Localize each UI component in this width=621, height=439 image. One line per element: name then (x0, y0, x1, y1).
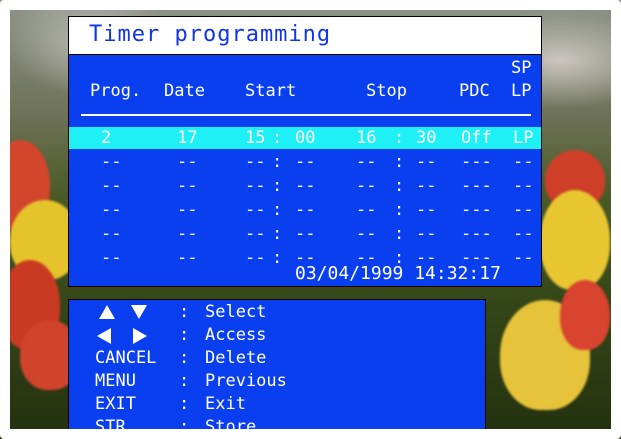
header-prog: Prog. (90, 81, 142, 101)
help-row-cancel: CANCEL : Delete (69, 347, 485, 370)
cell-start-min: -- (295, 152, 316, 172)
help-colon: : (179, 348, 190, 368)
cell-prog: -- (101, 248, 122, 268)
help-key: EXIT (95, 394, 136, 414)
header-sp: SP (511, 58, 532, 78)
help-colon: : (179, 417, 190, 437)
cell-pdc: Off (461, 128, 492, 148)
cell-prog: 2 (101, 128, 112, 148)
help-colon: : (179, 325, 190, 345)
help-row-menu: MENU : Previous (69, 370, 485, 393)
cell-splp: -- (513, 176, 534, 196)
help-desc: Access (205, 325, 267, 345)
cell-start-sep: : (272, 152, 283, 172)
header-stop: Stop (366, 81, 407, 101)
cell-prog: -- (101, 152, 122, 172)
help-key: MENU (95, 371, 136, 391)
timer-programming-panel: Timer programming Prog. Date Start Stop … (68, 16, 542, 287)
cell-start-min: -- (295, 176, 316, 196)
cell-stop-sep: : (394, 224, 405, 244)
cell-stop-min: -- (416, 200, 437, 220)
cell-splp: -- (513, 224, 534, 244)
cell-date: -- (177, 152, 198, 172)
cell-date: -- (177, 200, 198, 220)
cell-stop-hour: -- (356, 176, 377, 196)
left-arrow-icon (97, 328, 111, 344)
cell-start-hour: -- (245, 152, 266, 172)
cell-splp: -- (513, 200, 534, 220)
cell-stop-hour: 16 (356, 128, 377, 148)
help-panel: : Select : Access CANCEL : Delete MENU :… (68, 299, 486, 439)
cell-start-hour: -- (245, 176, 266, 196)
cell-stop-hour: -- (356, 200, 377, 220)
header-pdc: PDC (459, 81, 490, 101)
cell-start-hour: 15 (245, 128, 266, 148)
help-row-store: STR : Store (69, 416, 485, 439)
page-title: Timer programming (89, 22, 332, 47)
cell-prog: -- (101, 200, 122, 220)
help-row-select: : Select (69, 301, 485, 324)
help-key: CANCEL (95, 348, 157, 368)
current-datetime: 03/04/1999 14:32:17 (295, 263, 501, 284)
help-desc: Exit (205, 394, 246, 414)
cell-start-sep: : (272, 176, 283, 196)
cell-stop-hour: -- (356, 152, 377, 172)
cell-stop-sep: : (394, 128, 405, 148)
cell-date: -- (177, 224, 198, 244)
cell-start-hour: -- (245, 248, 266, 268)
up-arrow-icon (99, 305, 115, 319)
cell-stop-sep: : (394, 176, 405, 196)
cell-start-min: -- (295, 200, 316, 220)
cell-prog: -- (101, 224, 122, 244)
header-lp: LP (511, 81, 532, 101)
cell-stop-min: 30 (416, 128, 437, 148)
cell-date: -- (177, 248, 198, 268)
cell-splp: -- (513, 248, 534, 268)
timer-row-5[interactable]: -- -- -- : -- -- : -- --- -- (69, 223, 541, 245)
cell-start-hour: -- (245, 200, 266, 220)
cell-start-sep: : (272, 224, 283, 244)
help-row-access: : Access (69, 324, 485, 347)
cell-start-min: 00 (295, 128, 316, 148)
help-colon: : (179, 394, 190, 414)
help-desc: Select (205, 302, 267, 322)
cell-stop-min: -- (416, 224, 437, 244)
header-divider (81, 114, 531, 116)
cell-pdc: --- (461, 152, 492, 172)
cell-start-sep: : (272, 128, 283, 148)
header-start: Start (245, 81, 297, 101)
cell-stop-min: -- (416, 152, 437, 172)
cell-stop-sep: : (394, 152, 405, 172)
help-colon: : (179, 371, 190, 391)
help-colon: : (179, 302, 190, 322)
cell-splp: LP (513, 128, 534, 148)
cell-pdc: --- (461, 176, 492, 196)
cell-start-sep: : (272, 248, 283, 268)
cell-splp: -- (513, 152, 534, 172)
down-arrow-icon (131, 305, 147, 319)
help-key: STR (95, 417, 126, 437)
timer-row-4[interactable]: -- -- -- : -- -- : -- --- -- (69, 199, 541, 221)
cell-prog: -- (101, 176, 122, 196)
header-date: Date (164, 81, 205, 101)
cell-date: -- (177, 176, 198, 196)
help-desc: Previous (205, 371, 287, 391)
cell-pdc: --- (461, 200, 492, 220)
cell-start-min: -- (295, 224, 316, 244)
cell-pdc: --- (461, 224, 492, 244)
help-desc: Delete (205, 348, 267, 368)
title-bar: Timer programming (69, 17, 541, 55)
timer-row-3[interactable]: -- -- -- : -- -- : -- --- -- (69, 175, 541, 197)
help-row-exit: EXIT : Exit (69, 393, 485, 416)
right-arrow-icon (133, 328, 147, 344)
cell-start-sep: : (272, 200, 283, 220)
cell-stop-sep: : (394, 200, 405, 220)
cell-start-hour: -- (245, 224, 266, 244)
timer-row-2[interactable]: -- -- -- : -- -- : -- --- -- (69, 151, 541, 173)
help-desc: Store (205, 417, 257, 437)
cell-stop-hour: -- (356, 224, 377, 244)
cell-stop-min: -- (416, 176, 437, 196)
cell-date: 17 (177, 128, 198, 148)
timer-row-1[interactable]: 2 17 15 : 00 16 : 30 Off LP (69, 127, 541, 149)
